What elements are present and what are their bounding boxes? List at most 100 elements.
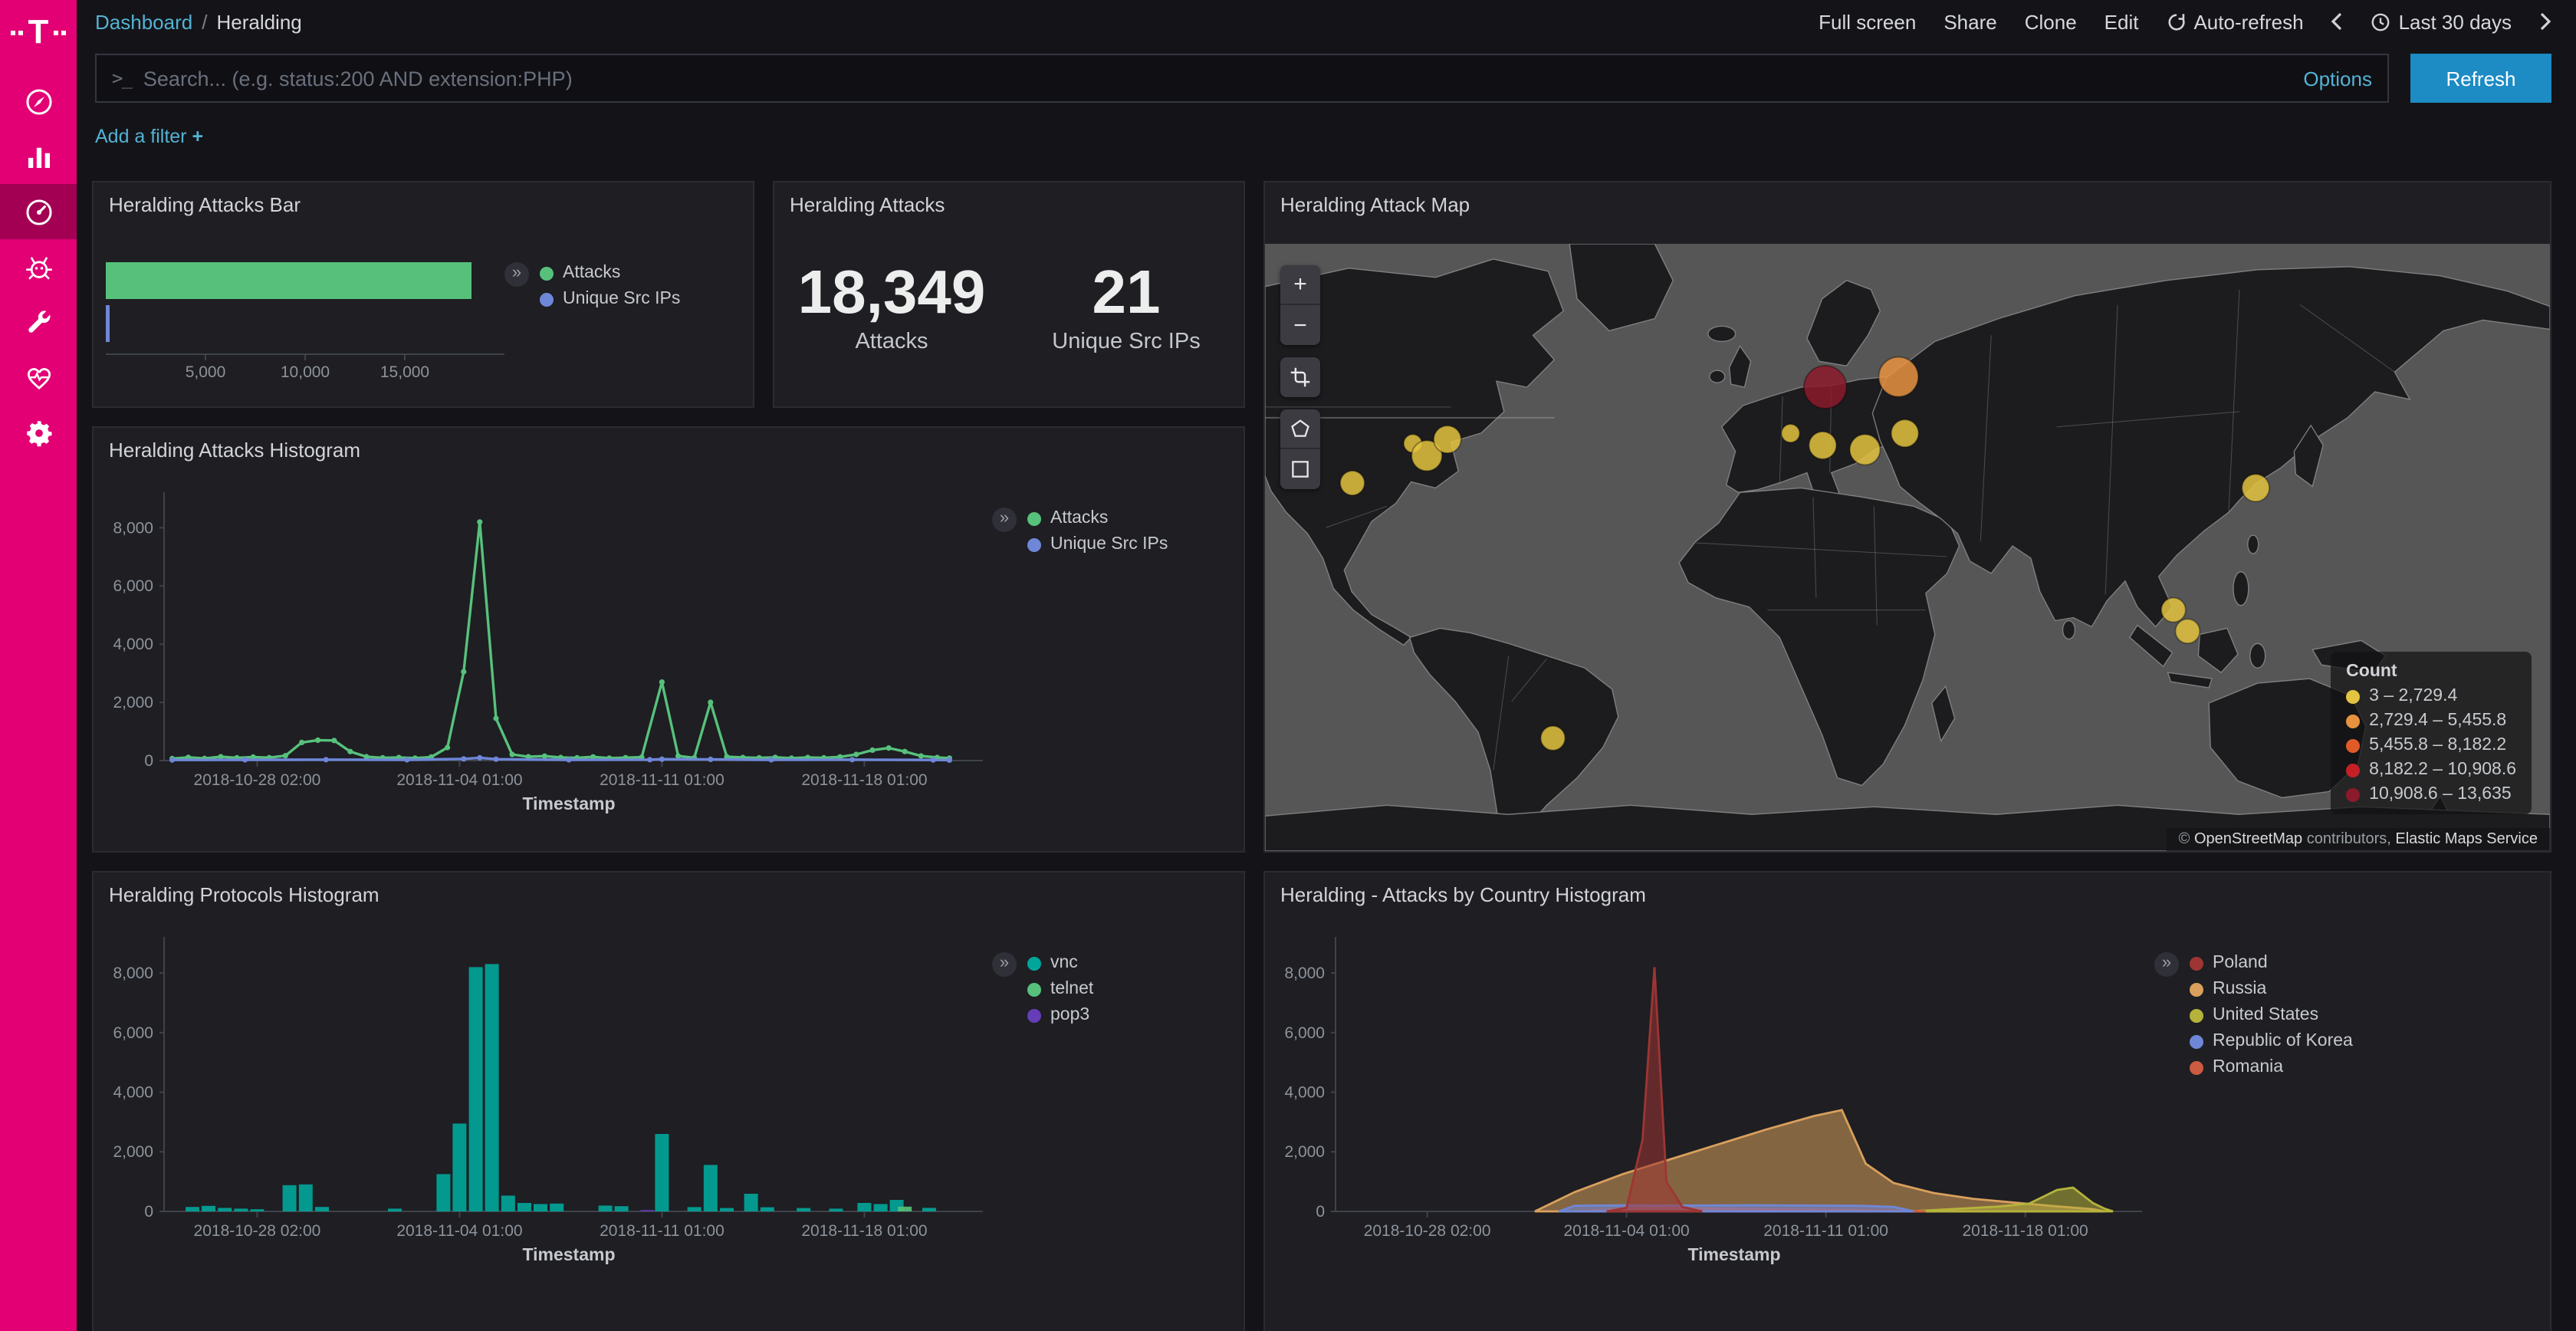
clone-button[interactable]: Clone [2025, 10, 2077, 33]
attack-location-marker[interactable] [1891, 419, 1919, 447]
bar-vnc[interactable] [720, 1208, 734, 1211]
sidebar-item-compass[interactable] [0, 74, 77, 129]
attack-location-marker[interactable] [2175, 619, 2200, 643]
legend-item-pop3[interactable]: pop3 [1027, 1006, 1093, 1024]
attack-location-marker[interactable] [1878, 357, 1918, 397]
bar-vnc[interactable] [388, 1208, 402, 1211]
bar-vnc[interactable] [761, 1208, 774, 1211]
attack-location-marker[interactable] [1850, 435, 1881, 465]
bar-vnc[interactable] [250, 1209, 264, 1211]
bar-vnc[interactable] [550, 1204, 564, 1211]
legend-item-attacks[interactable]: Attacks [540, 264, 680, 282]
telekom-logo[interactable]: T [12, 15, 66, 49]
legend-item-romania[interactable]: Romania [2190, 1058, 2353, 1076]
attribution-link[interactable]: Elastic Maps Service [2395, 831, 2538, 848]
legend-item-vnc[interactable]: vnc [1027, 954, 1093, 972]
map-crop-button[interactable] [1280, 357, 1320, 397]
bar-vnc[interactable] [615, 1206, 629, 1211]
time-picker-button[interactable]: Last 30 days [2371, 10, 2512, 33]
bar-vnc[interactable] [469, 967, 483, 1211]
legend-item-telnet[interactable]: telnet [1027, 980, 1093, 998]
bar-vnc[interactable] [299, 1185, 313, 1211]
bar-unique-src-ips[interactable] [106, 305, 110, 342]
topnav-actions: Full screen Share Clone Edit Auto-refresh Las… [1819, 10, 2551, 33]
bar-vnc[interactable] [874, 1204, 888, 1211]
legend-toggle-icon[interactable]: » [2154, 952, 2179, 977]
sidebar-item-wrench[interactable] [0, 294, 77, 350]
logo-letter: T [28, 15, 49, 49]
bar-attacks[interactable] [106, 262, 472, 299]
bar-vnc[interactable] [797, 1208, 810, 1211]
bar-pop3[interactable] [640, 1210, 654, 1211]
legend-item-unique-src-ips[interactable]: Unique Src IPs [540, 290, 680, 308]
map-draw-polygon-button[interactable] [1280, 409, 1320, 449]
sidebar-item-settings[interactable] [0, 405, 77, 460]
bar-vnc[interactable] [501, 1195, 515, 1211]
legend-item-attacks[interactable]: Attacks [1027, 509, 1168, 527]
svg-text:15,000: 15,000 [380, 363, 429, 381]
full-screen-button[interactable]: Full screen [1819, 10, 1916, 33]
time-back-button[interactable] [2331, 12, 2344, 31]
bar-vnc[interactable] [518, 1203, 531, 1211]
bar-vnc[interactable] [452, 1123, 466, 1211]
map-zoom-in-button[interactable]: + [1280, 265, 1320, 305]
time-forward-button[interactable] [2539, 12, 2551, 31]
bar-telnet[interactable] [898, 1207, 912, 1211]
bar-vnc[interactable] [436, 1174, 450, 1211]
bar-vnc[interactable] [744, 1194, 758, 1211]
legend-toggle-icon[interactable]: » [992, 508, 1017, 532]
legend-toggle-icon[interactable]: » [504, 262, 529, 287]
bar-vnc[interactable] [534, 1204, 547, 1211]
attack-location-marker[interactable] [1804, 366, 1847, 409]
series-line-attacks[interactable] [172, 522, 950, 759]
bar-vnc[interactable] [704, 1165, 718, 1211]
edit-button[interactable]: Edit [2104, 10, 2139, 33]
add-filter-label: Add a filter [95, 126, 187, 147]
attack-location-marker[interactable] [1782, 424, 1800, 442]
sidebar-item-bug[interactable] [0, 239, 77, 294]
map-zoom-out-button[interactable]: − [1280, 305, 1320, 345]
attack-location-marker[interactable] [2161, 598, 2186, 623]
share-button[interactable]: Share [1944, 10, 1996, 33]
sidebar-item-dashboard[interactable] [0, 184, 77, 239]
bar-vnc[interactable] [218, 1208, 232, 1211]
attack-location-marker[interactable] [2242, 474, 2269, 501]
bar-vnc[interactable] [202, 1206, 215, 1211]
attack-location-marker[interactable] [1541, 726, 1566, 751]
options-link[interactable]: Options [2303, 67, 2372, 90]
bar-vnc[interactable] [485, 964, 499, 1211]
bar-vnc[interactable] [283, 1185, 297, 1211]
series-area-russia[interactable] [1535, 1110, 2105, 1211]
bar-vnc[interactable] [655, 1134, 669, 1211]
legend-item-united-states[interactable]: United States [2190, 1006, 2353, 1024]
world-map[interactable]: +−Count3 – 2,729.42,729.4 – 5,455.85,455… [1265, 244, 2550, 851]
sidebar-item-heartbeat[interactable] [0, 350, 77, 405]
attack-location-marker[interactable] [1434, 426, 1461, 453]
axes: 02,0004,0006,0008,0002018-10-28 02:00201… [1284, 937, 2142, 1264]
legend-item-republic-of-korea[interactable]: Republic of Korea [2190, 1032, 2353, 1050]
bar-vnc[interactable] [688, 1207, 702, 1211]
attack-location-marker[interactable] [1809, 432, 1837, 459]
bar-vnc[interactable] [857, 1203, 871, 1211]
gear-icon [22, 416, 54, 449]
map-legend-item: 8,182.2 – 10,908.6 [2346, 761, 2516, 779]
legend-item-unique-src-ips[interactable]: Unique Src IPs [1027, 535, 1168, 554]
search-input[interactable] [143, 67, 2291, 90]
bar-vnc[interactable] [922, 1208, 936, 1211]
breadcrumb-dashboard-link[interactable]: Dashboard [95, 10, 192, 33]
add-filter-link[interactable]: Add a filter + [95, 126, 203, 147]
bar-vnc[interactable] [186, 1207, 199, 1211]
refresh-button[interactable]: Refresh [2410, 54, 2551, 103]
attack-location-marker[interactable] [1340, 471, 1365, 495]
legend-item-poland[interactable]: Poland [2190, 954, 2353, 972]
bar-vnc[interactable] [829, 1208, 843, 1211]
sidebar-item-bar-chart[interactable] [0, 129, 77, 184]
map-draw-rectangle-button[interactable] [1280, 449, 1320, 489]
legend-item-russia[interactable]: Russia [2190, 980, 2353, 998]
legend-toggle-icon[interactable]: » [992, 952, 1017, 977]
auto-refresh-button[interactable]: Auto-refresh [2166, 10, 2303, 33]
bar-vnc[interactable] [599, 1205, 613, 1211]
attribution-link[interactable]: OpenStreetMap [2194, 831, 2302, 848]
bar-vnc[interactable] [315, 1207, 329, 1211]
bar-vnc[interactable] [234, 1208, 248, 1211]
